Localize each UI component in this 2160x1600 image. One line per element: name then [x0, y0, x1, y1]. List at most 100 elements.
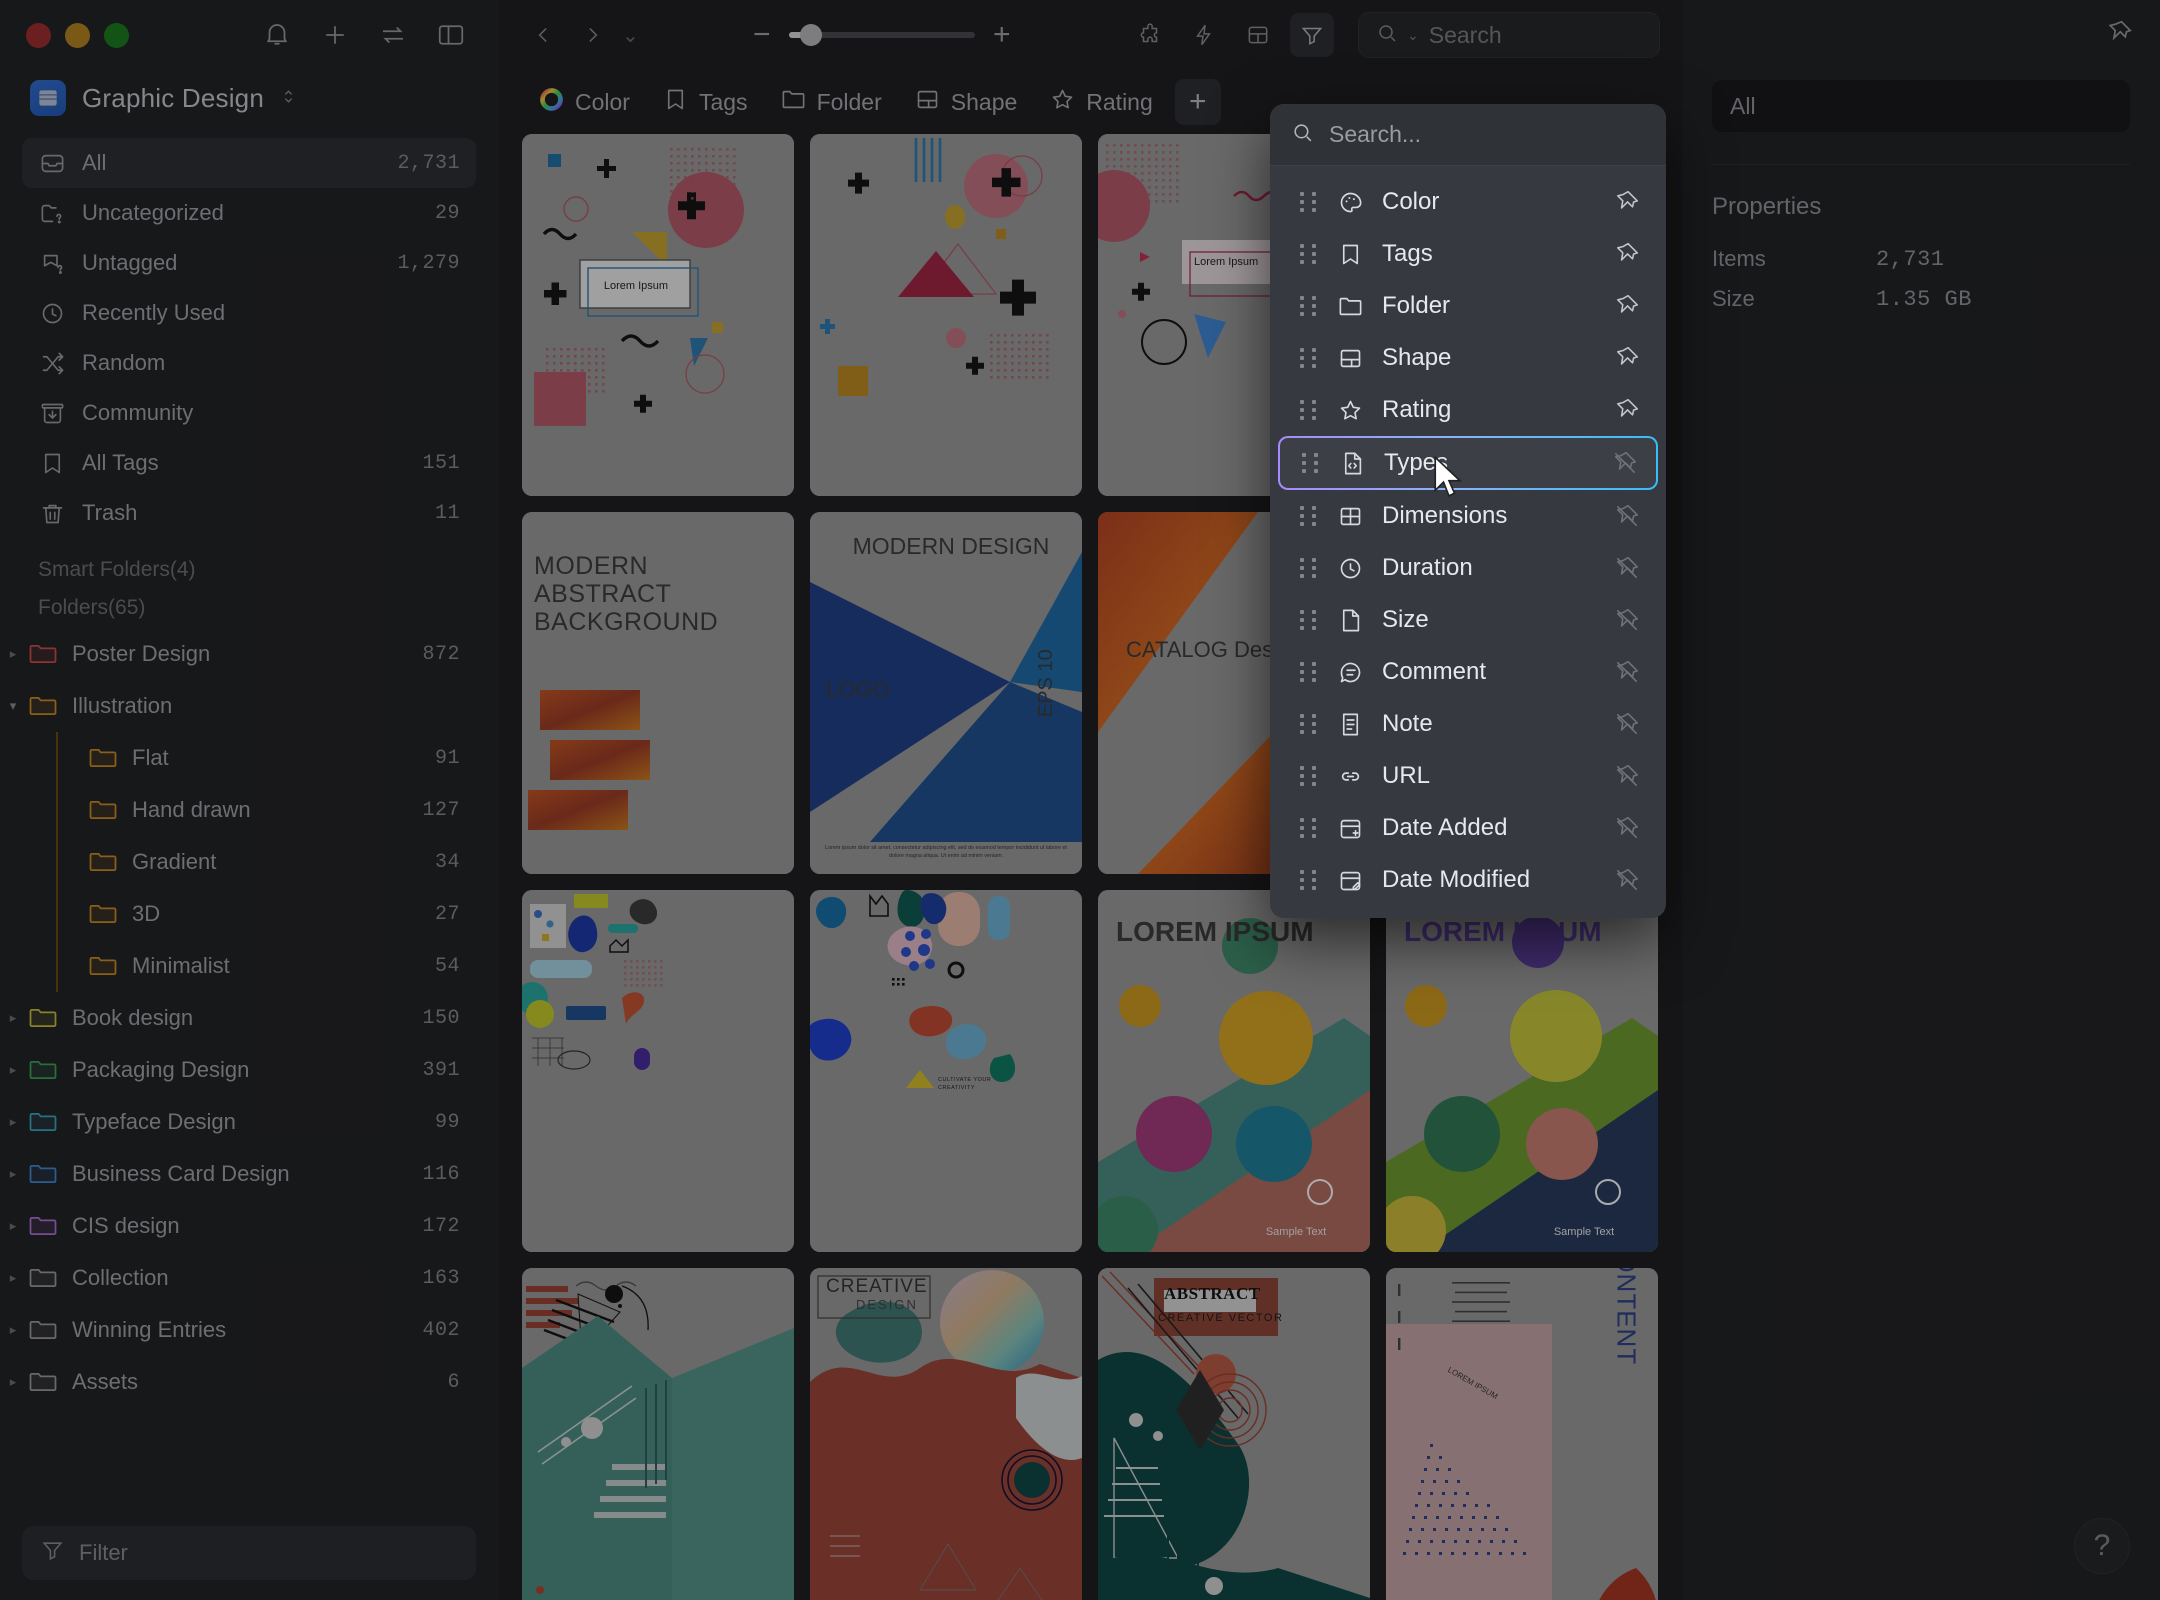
dropdown-item-duration[interactable]: Duration	[1278, 542, 1658, 594]
folder-item-packaging-design[interactable]: ▸ Packaging Design 391	[0, 1044, 498, 1096]
library-selector[interactable]: Graphic Design	[0, 70, 498, 138]
dropdown-item-size[interactable]: Size	[1278, 594, 1658, 646]
maximize-button[interactable]	[104, 22, 129, 48]
drag-handle-icon[interactable]	[1296, 296, 1322, 316]
forward-button[interactable]	[570, 13, 614, 57]
folder-item-illustration[interactable]: ▾ Illustration	[0, 680, 498, 732]
search-input[interactable]: ⌄ Search	[1358, 12, 1660, 58]
drag-handle-icon[interactable]	[1296, 244, 1322, 264]
drag-handle-icon[interactable]	[1296, 766, 1322, 786]
chevron-right-icon[interactable]: ▸	[0, 1218, 26, 1234]
zoom-out-button[interactable]: −	[751, 20, 773, 50]
folder-item-business-card-design[interactable]: ▸ Business Card Design 116	[0, 1148, 498, 1200]
dropdown-item-color[interactable]: Color	[1278, 176, 1658, 228]
drag-handle-icon[interactable]	[1296, 662, 1322, 682]
thumbnail-card[interactable]: LOREM IPSUM Sample Text	[1386, 890, 1658, 1252]
chevron-right-icon[interactable]: ▸	[0, 1114, 26, 1130]
add-filter-button[interactable]: +	[1174, 79, 1221, 125]
folder-item-gradient[interactable]: Gradient 34	[0, 836, 498, 888]
pin-icon[interactable]	[2104, 18, 2134, 53]
dropdown-search-input[interactable]: Search...	[1270, 104, 1666, 166]
folder-item-flat[interactable]: Flat 91	[0, 732, 498, 784]
drag-handle-icon[interactable]	[1296, 558, 1322, 578]
drag-handle-icon[interactable]	[1298, 453, 1324, 473]
thumbnail-card[interactable]: LOREM IPSUM Sample Text	[1098, 890, 1370, 1252]
thumbnail-card[interactable]	[522, 890, 794, 1252]
dropdown-item-dimensions[interactable]: Dimensions	[1278, 490, 1658, 542]
dropdown-item-comment[interactable]: Comment	[1278, 646, 1658, 698]
chevron-updown-icon[interactable]	[282, 87, 295, 109]
chevron-right-icon[interactable]: ▸	[0, 1166, 26, 1182]
dropdown-item-date-modified[interactable]: Date Modified	[1278, 854, 1658, 906]
thumbnail-card[interactable]: MODERN ABSTRACT BACKGROUND	[522, 512, 794, 874]
pin-off-icon[interactable]	[1612, 815, 1642, 841]
thumbnail-card[interactable]: DESIGN	[522, 1268, 794, 1600]
filter-chip-folder[interactable]: Folder	[764, 78, 898, 127]
folder-item-winning-entries[interactable]: ▸ Winning Entries 402	[0, 1304, 498, 1356]
pin-on-icon[interactable]	[1612, 189, 1642, 215]
flash-icon[interactable]	[1182, 13, 1226, 57]
back-button[interactable]	[522, 13, 566, 57]
dropdown-item-tags[interactable]: Tags	[1278, 228, 1658, 280]
minimize-button[interactable]	[65, 22, 90, 48]
chevron-right-icon[interactable]: ▸	[0, 1062, 26, 1078]
dropdown-item-date-added[interactable]: Date Added	[1278, 802, 1658, 854]
drag-handle-icon[interactable]	[1296, 870, 1322, 890]
chevron-right-icon[interactable]: ▸	[0, 1322, 26, 1338]
chevron-right-icon[interactable]: ▸	[0, 1270, 26, 1286]
thumbnail-card[interactable]: MODERN DESIGN LOGO EPS 10 Lorem ipsum dolor…	[810, 512, 1082, 874]
sidebar-toggle-icon[interactable]	[434, 18, 468, 52]
chevron-down-icon[interactable]: ⌄	[1407, 27, 1419, 44]
drag-handle-icon[interactable]	[1296, 192, 1322, 212]
drag-handle-icon[interactable]	[1296, 610, 1322, 630]
filter-chip-shape[interactable]: Shape	[898, 78, 1034, 127]
drag-handle-icon[interactable]	[1296, 714, 1322, 734]
drag-handle-icon[interactable]	[1296, 348, 1322, 368]
drag-handle-icon[interactable]	[1296, 506, 1322, 526]
sync-icon[interactable]	[376, 18, 410, 52]
pin-off-icon[interactable]	[1612, 711, 1642, 737]
pin-off-icon[interactable]	[1612, 555, 1642, 581]
help-button[interactable]: ?	[2074, 1518, 2130, 1574]
inspector-scope-field[interactable]: All	[1712, 80, 2130, 132]
dropdown-item-rating[interactable]: Rating	[1278, 384, 1658, 436]
dropdown-item-url[interactable]: URL	[1278, 750, 1658, 802]
folder-item-typeface-design[interactable]: ▸ Typeface Design 99	[0, 1096, 498, 1148]
thumbnail-card[interactable]: Lorem Ipsum	[522, 134, 794, 496]
thumbnail-card[interactable]	[810, 134, 1082, 496]
sidebar-item-all[interactable]: All 2,731	[22, 138, 476, 188]
pin-on-icon[interactable]	[1612, 241, 1642, 267]
thumbnail-card[interactable]: ABSTRACT CREATIVE VECTOR	[1098, 1268, 1370, 1600]
pin-off-icon[interactable]	[1612, 607, 1642, 633]
dropdown-item-note[interactable]: Note	[1278, 698, 1658, 750]
zoom-slider-handle[interactable]	[799, 24, 822, 46]
chevron-right-icon[interactable]: ▸	[0, 1374, 26, 1390]
close-button[interactable]	[26, 22, 51, 48]
sidebar-item-untagged[interactable]: Untagged 1,279	[22, 238, 476, 288]
folder-item-book-design[interactable]: ▸ Book design 150	[0, 992, 498, 1044]
folder-item-3d[interactable]: 3D 27	[0, 888, 498, 940]
sidebar-item-random[interactable]: Random	[22, 338, 476, 388]
drag-handle-icon[interactable]	[1296, 818, 1322, 838]
pin-on-icon[interactable]	[1612, 345, 1642, 371]
pin-on-icon[interactable]	[1612, 397, 1642, 423]
filter-chip-rating[interactable]: Rating	[1033, 78, 1168, 127]
chevron-right-icon[interactable]: ▸	[0, 1010, 26, 1026]
sidebar-filter-input[interactable]: Filter	[22, 1526, 476, 1580]
pin-on-icon[interactable]	[1612, 293, 1642, 319]
folder-item-collection[interactable]: ▸ Collection 163	[0, 1252, 498, 1304]
sidebar-item-recently-used[interactable]: Recently Used	[22, 288, 476, 338]
folder-item-hand-drawn[interactable]: Hand drawn 127	[0, 784, 498, 836]
pin-off-icon[interactable]	[1612, 763, 1642, 789]
folder-item-poster-design[interactable]: ▸ Poster Design 872	[0, 628, 498, 680]
extension-icon[interactable]	[1128, 13, 1172, 57]
breadcrumb[interactable]: ⌄	[622, 23, 639, 48]
sidebar-item-trash[interactable]: Trash 11	[22, 488, 476, 538]
dropdown-item-types[interactable]: Types	[1278, 436, 1658, 490]
pin-off-icon[interactable]	[1610, 450, 1640, 476]
thumbnail-card[interactable]: CREATIVE DESIGN	[810, 1268, 1082, 1600]
sidebar-item-uncategorized[interactable]: Uncategorized 29	[22, 188, 476, 238]
sidebar-item-all-tags[interactable]: All Tags 151	[22, 438, 476, 488]
dropdown-item-shape[interactable]: Shape	[1278, 332, 1658, 384]
thumbnail-card[interactable]: CULTIVATE YOUR CREATIVITY	[810, 890, 1082, 1252]
